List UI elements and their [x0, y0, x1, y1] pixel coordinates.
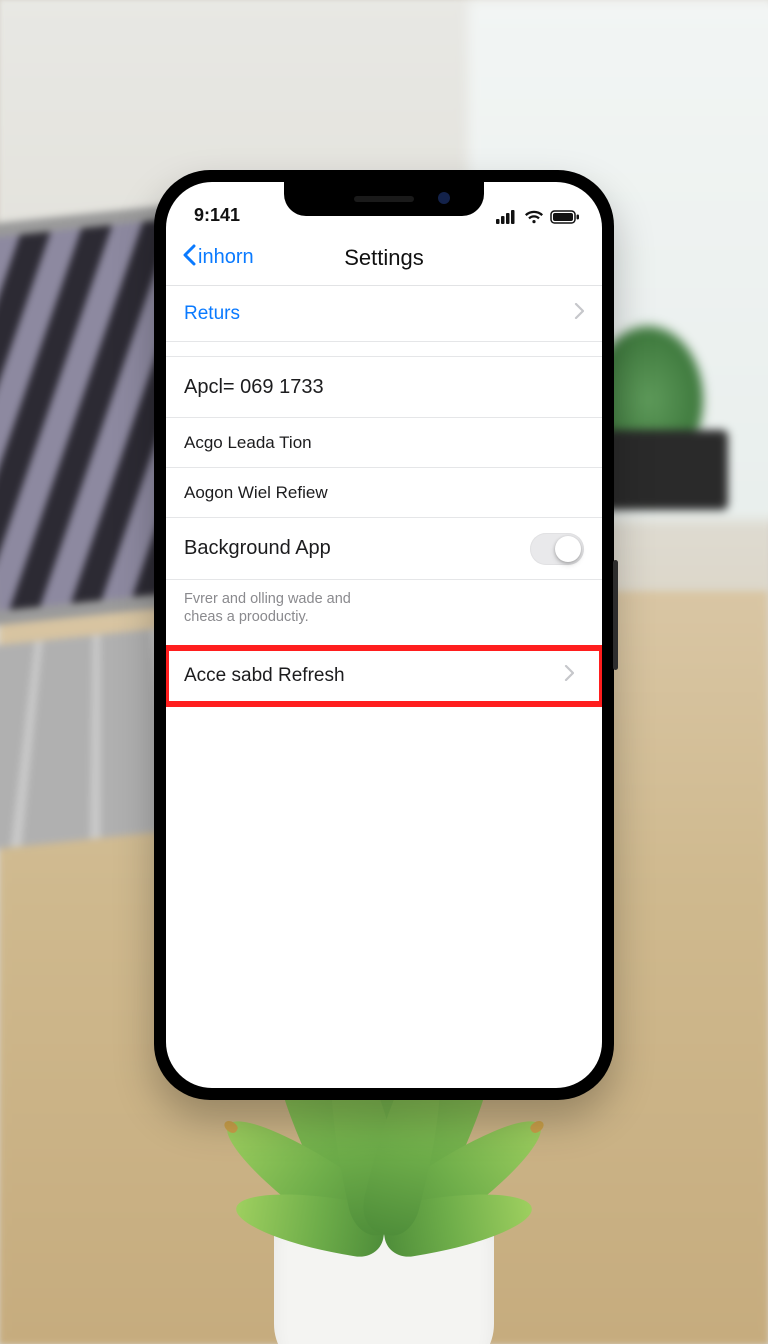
- nav-bar: inhorn Settings: [166, 230, 602, 286]
- row-returs-label: Returs: [184, 303, 574, 325]
- toggle-knob: [555, 536, 581, 562]
- row-returs[interactable]: Returs: [166, 286, 602, 342]
- settings-list: Returs Apcl= 069 1733 Acgo Leada Tion Ao…: [166, 286, 602, 704]
- row-aogon-label: Aogon Wiel Refiew: [184, 483, 584, 503]
- footer-line1: Fvrer and olling wade and: [184, 591, 351, 607]
- back-label: inhorn: [198, 246, 254, 269]
- footer-line2: cheas a prooductiy.: [184, 609, 309, 625]
- row-apcl-label: Apcl= 069 1733: [184, 376, 584, 399]
- row-acce-sabd-refresh-label: Acce sabd Refresh: [184, 665, 564, 687]
- status-time: 9:141: [188, 205, 240, 230]
- phone-screen: 9:141: [166, 182, 602, 1088]
- row-background-app-label: Background App: [184, 537, 530, 560]
- row-acgo[interactable]: Acgo Leada Tion: [166, 418, 602, 468]
- cellular-icon: [496, 210, 518, 224]
- row-acgo-label: Acgo Leada Tion: [184, 433, 584, 453]
- phone-frame: 9:141: [154, 170, 614, 1100]
- row-apcl[interactable]: Apcl= 069 1733: [166, 356, 602, 418]
- phone-camera: [438, 192, 450, 204]
- chevron-left-icon: [182, 244, 196, 272]
- back-button[interactable]: inhorn: [176, 230, 260, 285]
- row-acce-sabd-refresh[interactable]: Acce sabd Refresh: [166, 648, 602, 704]
- phone-notch: [284, 182, 484, 216]
- page-title: Settings: [344, 245, 424, 271]
- phone-side-button: [613, 560, 618, 670]
- wifi-icon: [524, 210, 544, 224]
- phone-speaker: [354, 196, 414, 202]
- row-background-app[interactable]: Background App: [166, 518, 602, 580]
- row-aogon[interactable]: Aogon Wiel Refiew: [166, 468, 602, 518]
- chevron-right-icon: [564, 665, 574, 687]
- chevron-right-icon: [574, 303, 584, 325]
- background-app-toggle[interactable]: [530, 533, 584, 565]
- battery-icon: [550, 210, 580, 224]
- section-footer-note: Fvrer and olling wade and cheas a proodu…: [166, 580, 416, 648]
- status-icons: [496, 210, 580, 230]
